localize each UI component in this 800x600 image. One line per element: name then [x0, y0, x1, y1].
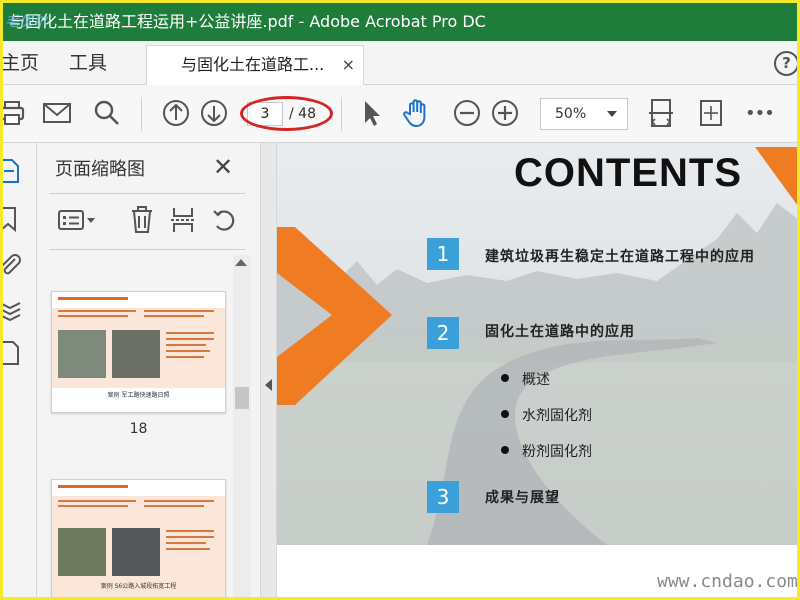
collapse-arrow-icon — [265, 379, 272, 391]
slide-heading: CONTENTS — [514, 151, 742, 195]
thumbnail-page-number: 18 — [129, 421, 148, 437]
thumbnail-caption: 案例 军工路快速路日照 — [107, 392, 170, 399]
more-icon[interactable]: ••• — [745, 103, 777, 135]
document-tab-label: 与固化土在道路工... — [181, 55, 325, 74]
extract-pages-icon[interactable] — [169, 205, 197, 235]
page-down-icon[interactable] — [198, 97, 230, 129]
contents-item-title: 成果与展望 — [485, 490, 560, 506]
chevron-down-icon — [607, 111, 617, 117]
attachment-icon[interactable] — [0, 251, 23, 279]
delete-icon[interactable] — [129, 205, 155, 235]
zoom-in-icon[interactable] — [489, 97, 521, 129]
window-title: 与固化土在道路工程运用+公益讲座.pdf - Adobe Acrobat Pro… — [9, 12, 486, 31]
scrollbar-thumb[interactable] — [235, 387, 249, 409]
hand-tool-icon[interactable] — [401, 97, 433, 129]
zoom-select[interactable]: 50% — [540, 98, 628, 130]
menu-tools[interactable]: 工具 — [69, 41, 107, 85]
site-watermark: www.cndao.com — [657, 571, 798, 592]
page-up-icon[interactable] — [160, 97, 192, 129]
rotate-icon[interactable] — [211, 205, 239, 235]
highlight-ellipse — [240, 96, 333, 131]
zoom-value: 50% — [555, 106, 587, 122]
slide-background — [277, 143, 797, 545]
divider — [49, 249, 245, 250]
bullet-text: 概述 — [522, 372, 550, 388]
tab-bar: 主页 工具 与固化土在道路工... × ? — [3, 41, 797, 85]
navigation-rail — [0, 143, 37, 597]
bookmark-icon[interactable] — [0, 205, 23, 233]
page-thumbnail[interactable]: 案例 S6公路入城段拓宽工程 — [51, 479, 226, 597]
logo-watermark: 毛优尔 — [5, 14, 47, 30]
item-number-badge: 3 — [427, 481, 459, 513]
full-screen-icon[interactable] — [695, 97, 727, 129]
thumbnail-panel: 页面缩略图 ✕ 案例 军工路快速路日照 18 案例 S6公路入城段拓宽工程 — [37, 143, 261, 597]
item-number-badge: 1 — [427, 238, 459, 270]
page-thumbnail[interactable]: 案例 军工路快速路日照 — [51, 291, 226, 413]
document-icon[interactable] — [0, 339, 23, 367]
options-menu-icon[interactable] — [57, 205, 99, 235]
layers-icon[interactable] — [0, 295, 23, 323]
bullet-dot — [501, 410, 509, 418]
bullet-text: 粉剂固化剂 — [522, 444, 592, 460]
panel-collapse-handle[interactable] — [261, 143, 277, 597]
thumbnail-caption: 案例 S6公路入城段拓宽工程 — [100, 583, 177, 590]
menu-home[interactable]: 主页 — [3, 41, 39, 85]
slide-page: CONTENTS 1 建筑垃圾再生稳定土在道路工程中的应用 2 固化土在道路中的… — [277, 143, 797, 545]
select-arrow-icon[interactable] — [356, 97, 388, 129]
tab-close-button[interactable]: × — [342, 46, 355, 84]
divider — [49, 193, 245, 194]
bullet-dot — [501, 446, 509, 454]
contents-item-title: 固化土在道路中的应用 — [485, 324, 635, 340]
email-icon[interactable] — [41, 97, 73, 129]
document-view[interactable]: CONTENTS 1 建筑垃圾再生稳定土在道路工程中的应用 2 固化土在道路中的… — [277, 143, 798, 597]
app-window: 与固化土在道路工程运用+公益讲座.pdf - Adobe Acrobat Pro… — [0, 0, 800, 600]
document-tab[interactable]: 与固化土在道路工... × — [146, 45, 364, 85]
panel-title: 页面缩略图 — [55, 159, 145, 180]
item-number-badge: 2 — [427, 317, 459, 349]
toolbar: 3 / 48 50% ••• — [0, 85, 797, 143]
bullet-dot — [501, 374, 509, 382]
help-button[interactable]: ? — [774, 51, 797, 76]
page-thumbnails-icon[interactable] — [0, 157, 23, 185]
zoom-out-icon[interactable] — [451, 97, 483, 129]
fit-page-icon[interactable] — [645, 97, 677, 129]
toolbar-separator — [341, 97, 342, 131]
scroll-up-arrow-icon[interactable] — [235, 259, 247, 266]
toolbar-separator — [141, 97, 142, 131]
print-icon[interactable] — [0, 97, 27, 129]
title-bar: 与固化土在道路工程运用+公益讲座.pdf - Adobe Acrobat Pro… — [3, 3, 797, 41]
search-icon[interactable] — [91, 97, 123, 129]
bullet-text: 水剂固化剂 — [522, 408, 592, 424]
contents-item-title: 建筑垃圾再生稳定土在道路工程中的应用 — [485, 249, 755, 265]
panel-close-button[interactable]: ✕ — [213, 153, 233, 181]
scrollbar[interactable] — [233, 255, 251, 597]
